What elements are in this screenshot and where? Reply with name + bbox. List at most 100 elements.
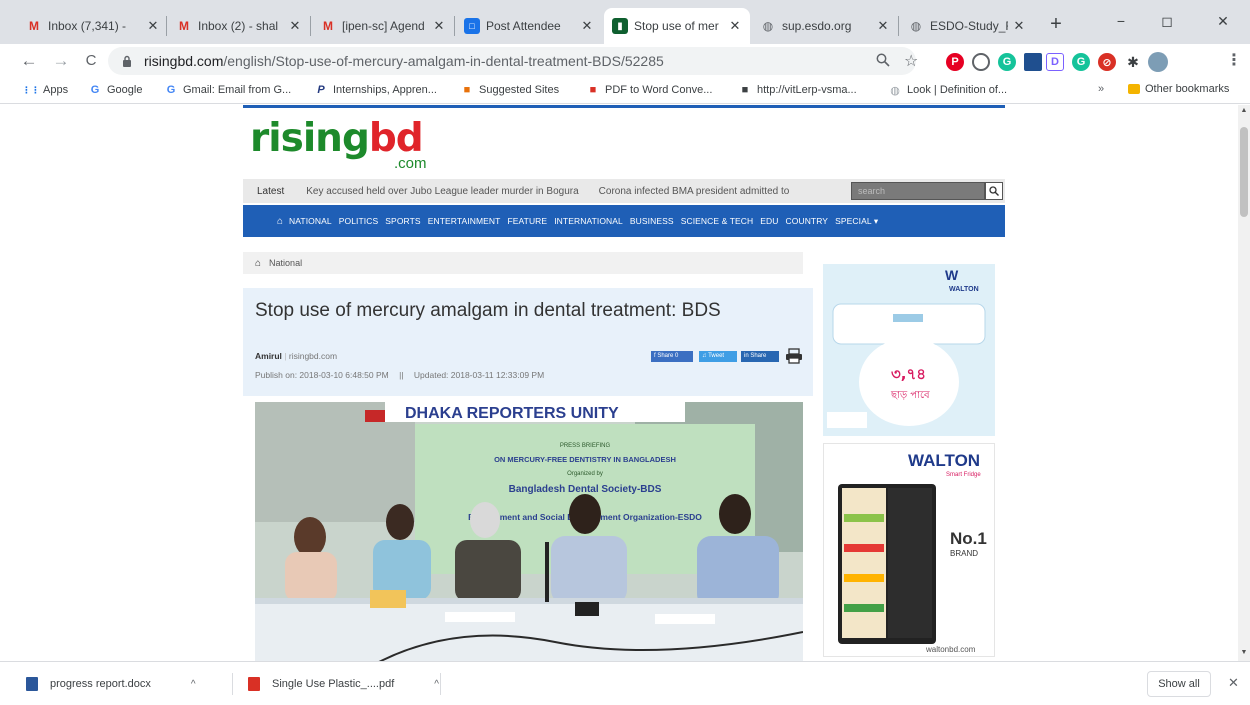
ad-url: waltonbd.com (925, 645, 976, 654)
download-item-pdf[interactable]: Single Use Plastic_....pdf ^ (248, 673, 439, 695)
nav-national[interactable]: NATIONAL (289, 216, 332, 226)
ad-no1: No.1 (950, 529, 987, 548)
nav-country[interactable]: COUNTRY (786, 216, 829, 226)
nav-special[interactable]: SPECIAL ▾ (835, 216, 878, 227)
close-icon[interactable]: ✕ (580, 18, 594, 34)
nav-edu[interactable]: EDU (760, 216, 778, 226)
globe-icon: ◍ (890, 84, 900, 97)
download-filename: progress report.docx (50, 678, 151, 690)
close-icon[interactable]: ✕ (876, 18, 890, 34)
star-icon[interactable]: ☆ (904, 51, 918, 71)
logo-rising: rising (250, 116, 370, 161)
tab-ipen[interactable]: M [ipen-sc] Agend ✕ (312, 8, 454, 44)
bookmark-pdf-to-word[interactable]: ■ PDF to Word Conve... (586, 83, 713, 97)
chevron-up-icon[interactable]: ^ (434, 679, 439, 690)
back-button[interactable]: ← (18, 50, 40, 72)
photo-caption-line: PRESS BRIEFING (560, 443, 611, 449)
show-all-button[interactable]: Show all (1147, 671, 1211, 697)
browser-toolbar: ← → C risingbd.com/english/Stop-use-of-m… (0, 44, 1250, 78)
site-search-input[interactable]: search (851, 182, 985, 200)
nav-science-tech[interactable]: SCIENCE & TECH (681, 216, 754, 226)
menu-icon[interactable]: ⋮ (1226, 50, 1242, 70)
tab-post-attendee[interactable]: □ Post Attendee ✕ (456, 8, 602, 44)
grammarly-icon[interactable]: G (1072, 53, 1090, 71)
nav-business[interactable]: BUSINESS (630, 216, 674, 226)
avatar[interactable] (1148, 52, 1168, 72)
breadcrumb-item[interactable]: National (269, 258, 302, 268)
close-icon[interactable]: ✕ (288, 18, 302, 34)
home-icon[interactable]: ⌂ (255, 258, 261, 269)
scroll-thumb[interactable] (1240, 127, 1248, 217)
walton-ac-ad[interactable]: W WALTON ৩,৭৪ ছাড় পাবে (823, 264, 995, 436)
risingbd-icon: ▮ (612, 18, 628, 34)
restore-button[interactable]: ◻ (1144, 6, 1190, 36)
grammarly-icon[interactable]: G (998, 53, 1016, 71)
tab-active-article[interactable]: ▮ Stop use of mer ✕ (604, 8, 750, 44)
forward-button[interactable]: → (50, 50, 72, 72)
extension-circle-icon[interactable] (972, 53, 990, 71)
reload-button[interactable]: C (80, 50, 102, 72)
nav-sports[interactable]: SPORTS (385, 216, 420, 226)
author-name: Amirul (255, 351, 282, 361)
bookmarks-overflow[interactable]: » (1098, 83, 1104, 95)
ticker-item[interactable]: Key accused held over Jubo League leader… (306, 186, 578, 197)
linkedin-share-button[interactable]: in Share (741, 351, 779, 362)
nav-international[interactable]: INTERNATIONAL (554, 216, 623, 226)
page-icon: ■ (741, 84, 749, 96)
ticker-item[interactable]: Corona infected BMA president admitted t… (599, 186, 790, 197)
address-bar[interactable]: risingbd.com/english/Stop-use-of-mercury… (108, 47, 916, 75)
other-bookmarks[interactable]: Other bookmarks (1128, 83, 1229, 95)
search-icon[interactable] (985, 182, 1003, 200)
pdf-icon: ■ (589, 84, 597, 96)
home-icon[interactable]: ⌂ (277, 216, 283, 227)
download-item-docx[interactable]: progress report.docx ^ (26, 673, 196, 695)
close-icon[interactable]: ✕ (146, 18, 160, 34)
facebook-share-button[interactable]: f Share 0 (651, 351, 693, 362)
walton-fridge-ad[interactable]: WALTON Smart Fridge No.1 BRAND waltonbd.… (823, 443, 995, 657)
close-icon[interactable]: ✕ (432, 18, 446, 34)
publish-date: Publish on: 2018-03-10 6:48:50 PM (255, 370, 389, 380)
tab-inbox-1[interactable]: M Inbox (7,341) - ✕ (18, 8, 168, 44)
bookmark-internships[interactable]: P Internships, Appren... (314, 83, 437, 97)
date-separator: || (399, 370, 404, 380)
scroll-up-icon[interactable]: ▲ (1240, 107, 1248, 114)
bookmark-label: Look | Definition of... (907, 84, 1008, 96)
site-logo[interactable]: risingbd (250, 116, 424, 161)
bookmark-vitlerp[interactable]: ■ http://vitLerp-vsma... (738, 83, 857, 97)
close-icon[interactable]: ✕ (1228, 675, 1239, 691)
bookmark-suggested-sites[interactable]: ■ Suggested Sites (460, 83, 559, 97)
chevron-up-icon[interactable]: ^ (191, 679, 196, 690)
search-icon[interactable] (876, 53, 890, 71)
block-icon[interactable]: ⊘ (1098, 53, 1116, 71)
tab-inbox-2[interactable]: M Inbox (2) - shal ✕ (168, 8, 310, 44)
extension-d-icon[interactable]: D (1046, 53, 1064, 71)
bookmark-label: http://vitLerp-vsma... (757, 84, 857, 96)
puzzle-icon[interactable]: ✱ (1124, 53, 1142, 71)
tab-title: Inbox (2) - shal (198, 19, 279, 33)
tab-sup-esdo[interactable]: ◍ sup.esdo.org ✕ (752, 8, 898, 44)
bookmark-gmail[interactable]: G Gmail: Email from G... (164, 83, 291, 97)
close-icon[interactable]: ✕ (728, 18, 742, 34)
bookmark-google[interactable]: G Google (88, 83, 143, 97)
bookmark-apps[interactable]: ⋮⋮ Apps (22, 83, 68, 97)
facebook-icon: f (654, 353, 656, 359)
close-icon[interactable]: ✕ (1012, 18, 1026, 34)
close-window-button[interactable]: ✕ (1200, 6, 1246, 36)
vertical-scrollbar[interactable]: ▲ ▼ (1238, 105, 1250, 661)
twitter-share-button[interactable]: ♫ Tweet (699, 351, 737, 362)
nav-entertainment[interactable]: ENTERTAINMENT (428, 216, 501, 226)
print-icon[interactable] (785, 348, 803, 364)
new-tab-button[interactable]: + (1044, 12, 1068, 36)
nav-feature[interactable]: FEATURE (507, 216, 547, 226)
tab-title: ESDO-Study_Re (930, 19, 1008, 33)
minimize-button[interactable]: − (1098, 6, 1144, 36)
tab-esdo-study[interactable]: ◍ ESDO-Study_Re ✕ (900, 8, 1034, 44)
pinterest-icon[interactable]: P (946, 53, 964, 71)
calendar-icon: □ (464, 18, 480, 34)
press-briefing-image: DHAKA REPORTERS UNITY PRESS BRIEFING ON … (255, 402, 803, 661)
article-photo[interactable]: DHAKA REPORTERS UNITY PRESS BRIEFING ON … (255, 402, 803, 661)
bookmark-look[interactable]: ◍ Look | Definition of... (888, 83, 1007, 97)
scroll-down-icon[interactable]: ▼ (1240, 649, 1248, 656)
nav-politics[interactable]: POLITICS (339, 216, 379, 226)
extension-square-icon[interactable] (1024, 53, 1042, 71)
